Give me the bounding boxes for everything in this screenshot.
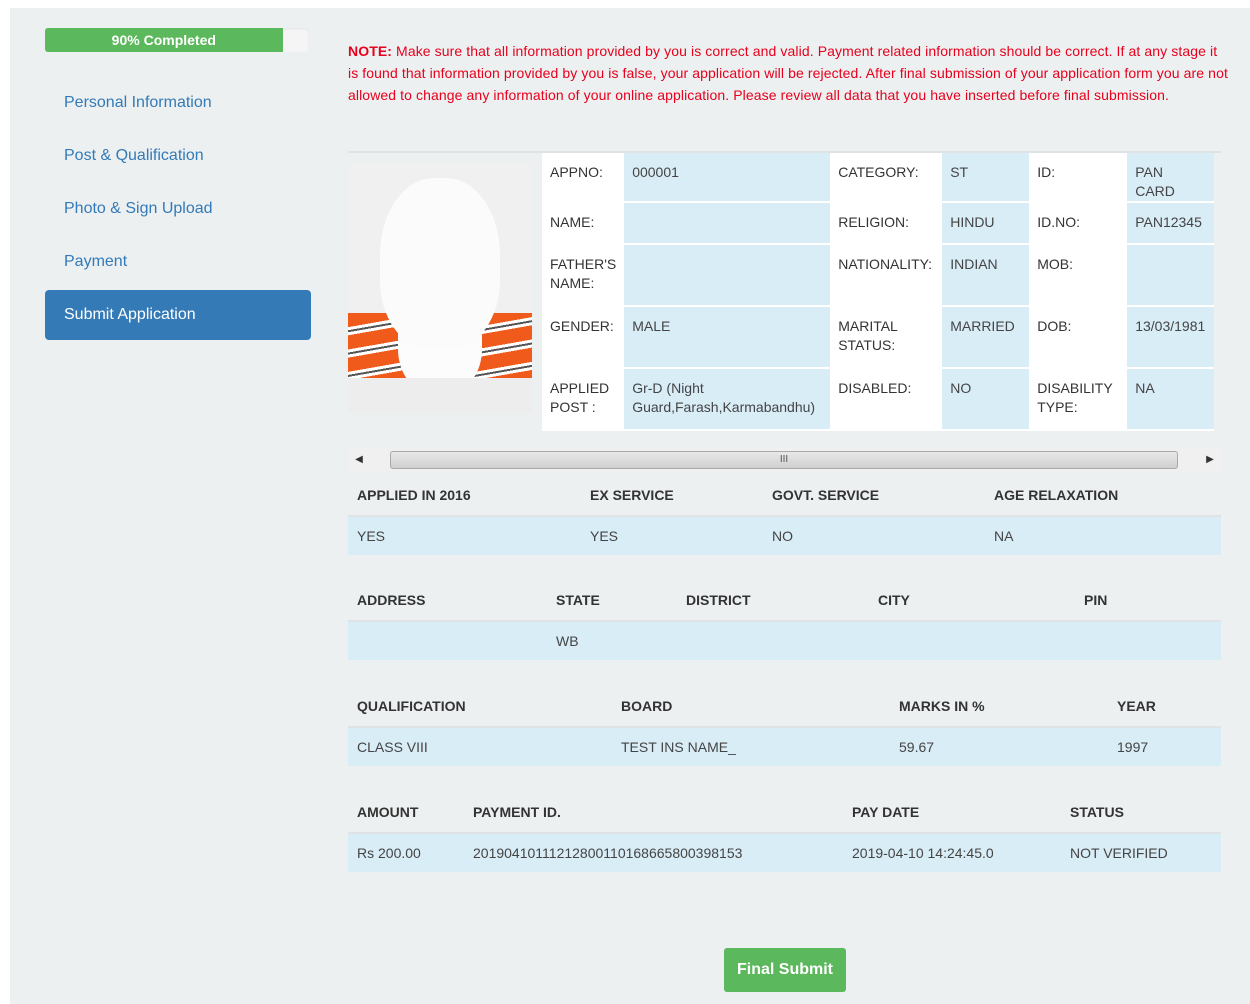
service-table: APPLIED IN 2016 EX SERVICE GOVT. SERVICE… (348, 475, 1221, 555)
name-label: NAME: (542, 203, 625, 245)
table-header-row: ADDRESS STATE DISTRICT CITY PIN (348, 580, 1221, 620)
appno-label: APPNO: (542, 153, 625, 203)
table-header-row: AMOUNT PAYMENT ID. PAY DATE STATUS (348, 792, 1221, 832)
column-header: PAYMENT ID. (473, 804, 561, 820)
column-header: PAY DATE (852, 804, 920, 820)
table-row: Rs 200.00 201904101112128001101686658003… (348, 832, 1221, 872)
application-page: 90% Completed Personal Information Post … (10, 8, 1250, 1004)
table-cell: WB (556, 633, 579, 649)
category-label: CATEGORY: (830, 153, 943, 203)
progress-fill: 90% Completed (45, 28, 283, 52)
table-header-row: APPLIED IN 2016 EX SERVICE GOVT. SERVICE… (348, 475, 1221, 515)
gender-label: GENDER: (542, 307, 625, 369)
scrollbar-thumb[interactable]: III (390, 451, 1178, 469)
sidebar-item-submit-application[interactable]: Submit Application (45, 290, 311, 340)
column-header: DISTRICT (686, 592, 751, 608)
table-row: CLASS VIII TEST INS NAME_ 59.67 1997 (348, 726, 1221, 766)
disabled-label: DISABLED: (830, 369, 943, 431)
note-prefix: NOTE: (348, 43, 393, 59)
religion-label: RELIGION: (830, 203, 943, 245)
column-header: APPLIED IN 2016 (357, 487, 471, 503)
dob-value: 13/03/1981 (1127, 307, 1215, 369)
profile-table: APPNO: 000001 CATEGORY: ST ID: PAN CARD … (542, 153, 1215, 431)
applicant-photo (348, 163, 532, 413)
column-header: ADDRESS (357, 592, 426, 608)
id-label: ID: (1029, 153, 1128, 203)
category-value: ST (942, 153, 1030, 203)
scroll-right-arrow-icon[interactable]: ▶ (1199, 448, 1221, 472)
sidebar-item-personal-information[interactable]: Personal Information (45, 78, 311, 128)
father-name-value (624, 245, 831, 307)
marital-status-value: MARRIED (942, 307, 1030, 369)
column-header: STATE (556, 592, 600, 608)
appno-value: 000001 (624, 153, 831, 203)
table-cell: YES (357, 528, 386, 544)
sidebar-nav: Personal Information Post & Qualificatio… (45, 78, 311, 343)
column-header: AMOUNT (357, 804, 419, 820)
column-header: PIN (1084, 592, 1108, 608)
column-header: MARKS IN % (899, 698, 985, 714)
column-header: STATUS (1070, 804, 1124, 820)
payment-table: AMOUNT PAYMENT ID. PAY DATE STATUS Rs 20… (348, 792, 1221, 872)
final-submit-button[interactable]: Final Submit (724, 948, 846, 992)
submission-note: NOTE: Make sure that all information pro… (348, 40, 1228, 106)
horizontal-scrollbar[interactable]: ◀ III ▶ (348, 448, 1221, 472)
completion-progress-bar: 90% Completed (45, 28, 309, 52)
applicant-profile: APPNO: 000001 CATEGORY: ST ID: PAN CARD … (348, 151, 1221, 431)
mob-value (1127, 245, 1215, 307)
mob-label: MOB: (1029, 245, 1128, 307)
table-cell: 1997 (1117, 739, 1149, 755)
column-header: BOARD (621, 698, 673, 714)
applied-post-value: Gr-D (Night Guard,Farash,Karmabandhu) (624, 369, 831, 431)
column-header: EX SERVICE (590, 487, 674, 503)
table-cell: NOT VERIFIED (1070, 845, 1168, 861)
table-cell: NO (772, 528, 793, 544)
column-header: GOVT. SERVICE (772, 487, 880, 503)
religion-value: HINDU (942, 203, 1030, 245)
qualification-table: QUALIFICATION BOARD MARKS IN % YEAR CLAS… (348, 686, 1221, 766)
applied-post-label: APPLIED POST : (542, 369, 625, 431)
gender-value: MALE (624, 307, 831, 369)
marital-status-label: MARITAL STATUS: (830, 307, 943, 369)
nationality-value: INDIAN (942, 245, 1030, 307)
disability-type-value: NA (1127, 369, 1215, 431)
id-value: PAN CARD (1127, 153, 1215, 203)
note-text: Make sure that all information provided … (348, 43, 1228, 103)
address-table: ADDRESS STATE DISTRICT CITY PIN WB (348, 580, 1221, 660)
idno-label: ID.NO: (1029, 203, 1128, 245)
idno-value: PAN12345 (1127, 203, 1215, 245)
father-name-label: FATHER'S NAME: (542, 245, 625, 307)
table-row: YES YES NO NA (348, 515, 1221, 555)
name-value (624, 203, 831, 245)
table-cell: NA (994, 528, 1014, 544)
disabled-value: NO (942, 369, 1030, 431)
disability-type-label: DISABILITY TYPE: (1029, 369, 1128, 431)
sidebar-item-photo-sign-upload[interactable]: Photo & Sign Upload (45, 184, 311, 234)
scroll-left-arrow-icon[interactable]: ◀ (348, 448, 370, 472)
table-cell: TEST INS NAME_ (621, 739, 736, 755)
column-header: YEAR (1117, 698, 1156, 714)
column-header: CITY (878, 592, 910, 608)
table-cell: 2019-04-10 14:24:45.0 (852, 845, 994, 861)
table-cell: 59.67 (899, 739, 935, 755)
nationality-label: NATIONALITY: (830, 245, 943, 307)
table-cell: 20190410111212800110168665800398153 (473, 845, 743, 861)
table-cell: CLASS VIII (357, 739, 428, 755)
table-cell: Rs 200.00 (357, 845, 421, 861)
sidebar-item-payment[interactable]: Payment (45, 237, 311, 287)
table-cell: YES (590, 528, 619, 544)
table-row: WB (348, 620, 1221, 660)
column-header: QUALIFICATION (357, 698, 466, 714)
sidebar-item-post-qualification[interactable]: Post & Qualification (45, 131, 311, 181)
table-header-row: QUALIFICATION BOARD MARKS IN % YEAR (348, 686, 1221, 726)
dob-label: DOB: (1029, 307, 1128, 369)
column-header: AGE RELAXATION (994, 487, 1119, 503)
